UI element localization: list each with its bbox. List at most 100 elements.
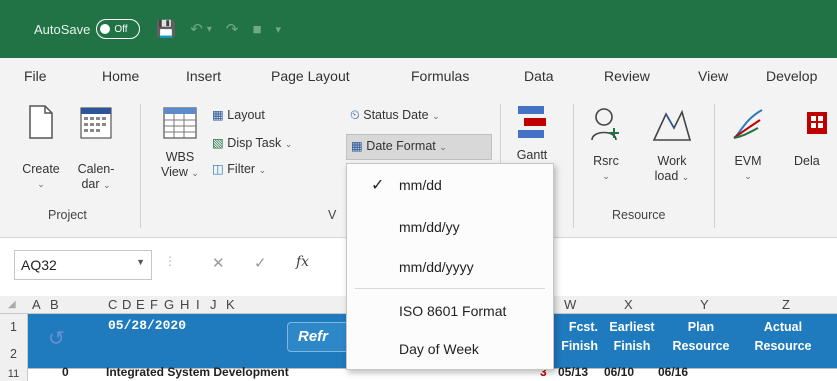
delay-button[interactable]: Dela (786, 106, 837, 169)
gantt-icon (518, 106, 546, 138)
save-icon[interactable]: 💾 (156, 19, 176, 39)
disp-task-button[interactable]: ▧ Disp Task ⌄ (212, 136, 292, 152)
wbs-label-2: View (161, 165, 188, 179)
new-document-icon (29, 105, 53, 139)
cancel-icon[interactable]: ✕ (212, 254, 225, 272)
column-header[interactable]: K (226, 297, 235, 312)
tab-file[interactable]: File (24, 68, 47, 84)
row-header[interactable]: 2 (0, 341, 28, 368)
date-cell[interactable]: 06/16 (658, 365, 688, 379)
menu-item-mm-dd-yy[interactable]: mm/dd/yy (347, 208, 553, 246)
date-format-menu: ✓ mm/dd mm/dd/yy mm/dd/yyyy ISO 8601 For… (346, 163, 554, 370)
group-label-resource: Resource (612, 208, 666, 222)
column-header[interactable]: H (180, 297, 189, 312)
disp-task-icon: ▧ (212, 136, 224, 150)
select-all-icon[interactable]: ◢ (8, 299, 16, 310)
column-header[interactable]: B (50, 297, 59, 312)
date-cell[interactable]: 06/10 (604, 365, 634, 379)
calendar-label-1: Calen- (77, 162, 115, 176)
column-header[interactable]: Z (782, 297, 790, 312)
chevron-down-icon: ⌄ (284, 139, 293, 149)
qat-customize-icon[interactable]: ▾ (276, 23, 282, 36)
column-header[interactable]: A (32, 297, 41, 312)
row-header[interactable]: 1 (0, 314, 28, 341)
column-header[interactable]: W (564, 297, 576, 312)
column-header[interactable]: I (196, 297, 200, 312)
title-bar: AutoSave Off 💾 ↶ ▾ ↷ ■ ▾ (0, 0, 837, 58)
actual-resource-header: Actual Resource (754, 320, 812, 353)
tab-home[interactable]: Home (102, 68, 139, 84)
formula-bar-grip-icon: ⋮ (164, 254, 176, 268)
column-header[interactable]: F (150, 297, 158, 312)
undo-icon[interactable]: ↶ (190, 20, 203, 38)
menu-item-iso-8601[interactable]: ISO 8601 Format (347, 292, 553, 330)
create-button[interactable]: Create ⌄ (16, 104, 66, 192)
date-cell[interactable]: 05/13 (558, 365, 588, 379)
column-header[interactable]: G (164, 297, 174, 312)
refresh-button[interactable]: Refr (287, 322, 347, 352)
menu-divider (355, 288, 545, 289)
chevron-down-icon[interactable]: ▼ (136, 257, 145, 267)
date-format-button[interactable]: ▦ Date Format ⌄ (346, 134, 492, 160)
workload-chart-icon (652, 109, 692, 141)
filter-label: Filter (227, 162, 256, 176)
plan-resource-header: Plan Resource (672, 320, 730, 353)
column-header[interactable]: X (624, 297, 633, 312)
column-header[interactable]: C (108, 297, 117, 312)
column-header[interactable]: J (210, 297, 217, 312)
evm-chart-icon (733, 109, 763, 139)
chevron-down-icon: ⌄ (602, 171, 610, 181)
redo-icon[interactable]: ↷ (226, 20, 239, 38)
status-date-label: Status Date (363, 108, 429, 122)
tab-view[interactable]: View (698, 68, 728, 84)
status-date-button[interactable]: ⏲ Status Date ⌄ (350, 108, 440, 124)
task-name-cell[interactable]: Integrated System Development (106, 365, 289, 379)
tab-review[interactable]: Review (604, 68, 650, 84)
layout-button[interactable]: ▦ Layout (212, 108, 265, 123)
status-date-value: 05/28/2020 (108, 318, 187, 333)
tab-page-layout[interactable]: Page Layout (271, 68, 350, 84)
undo-dropdown-icon[interactable]: ▾ (207, 24, 212, 35)
evm-button[interactable]: EVM ⌄ (724, 106, 772, 184)
wbs-label-1: WBS (165, 150, 195, 164)
delay-label: Dela (794, 154, 820, 168)
column-header[interactable]: Y (700, 297, 709, 312)
insert-function-icon[interactable]: fx (296, 254, 309, 270)
autosave-label: AutoSave (34, 21, 91, 37)
calendar-button[interactable]: Calen- dar ⌄ (72, 104, 120, 193)
rsrc-label: Rsrc (593, 154, 619, 168)
row-cell[interactable]: 0 (62, 365, 69, 379)
gantt-button[interactable]: Gantt (508, 102, 556, 163)
gantt-label: Gantt (516, 148, 548, 162)
tab-insert[interactable]: Insert (186, 68, 221, 84)
menu-item-label: mm/dd/yy (399, 219, 460, 235)
name-box[interactable]: AQ32 ▼ (14, 250, 152, 280)
resource-button[interactable]: Rsrc ⌄ (582, 106, 630, 184)
enter-icon[interactable]: ✓ (254, 254, 267, 272)
menu-item-mm-dd[interactable]: ✓ mm/dd (347, 166, 553, 204)
chevron-down-icon: ⌄ (439, 142, 447, 152)
chevron-down-icon: ⌄ (191, 168, 199, 178)
workload-label-2: load (654, 169, 679, 183)
toggle-knob (100, 24, 111, 34)
menu-item-day-of-week[interactable]: Day of Week (347, 330, 553, 368)
tab-developer[interactable]: Develop (766, 68, 817, 84)
calendar-icon (80, 107, 112, 139)
row-header[interactable]: 11 (0, 368, 28, 381)
group-label-view: V (328, 208, 337, 222)
wbs-view-button[interactable]: WBS View ⌄ (154, 106, 206, 181)
autosave-toggle[interactable]: Off (96, 19, 141, 39)
filter-icon: ◫ (212, 162, 224, 176)
column-header[interactable]: D (122, 297, 131, 312)
filter-button[interactable]: ◫ Filter ⌄ (212, 162, 266, 178)
tab-data[interactable]: Data (524, 68, 554, 84)
fcst-finish-header: Fcst. Finish (561, 320, 598, 353)
name-box-value: AQ32 (21, 257, 57, 273)
qat-extra-icon[interactable]: ■ (252, 21, 261, 38)
menu-item-mm-dd-yyyy[interactable]: mm/dd/yyyy (347, 248, 553, 286)
group-divider (573, 104, 574, 228)
tab-formulas[interactable]: Formulas (411, 68, 469, 84)
workload-button[interactable]: Work load ⌄ (646, 106, 698, 185)
column-header[interactable]: E (136, 297, 145, 312)
delay-icon (807, 112, 827, 134)
